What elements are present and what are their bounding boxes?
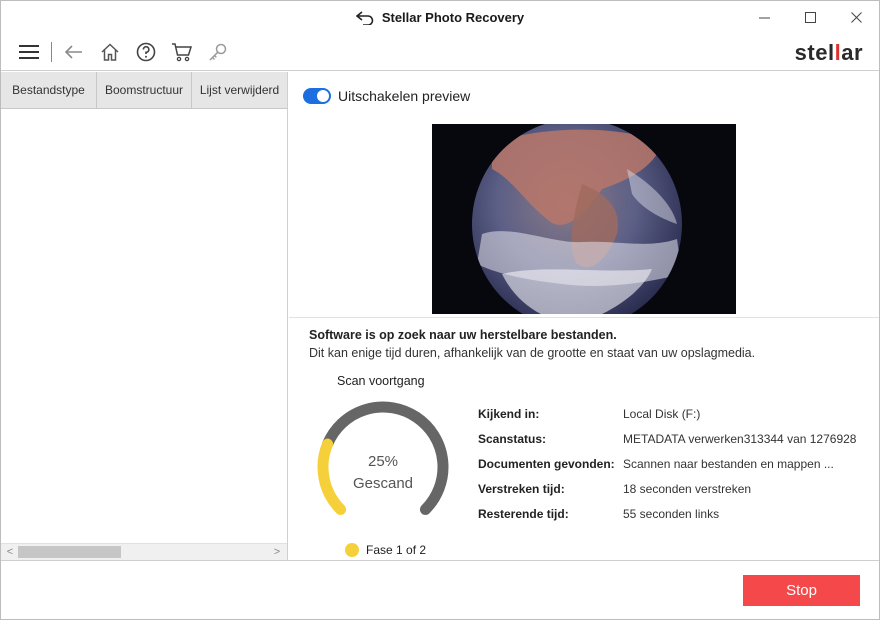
menu-icon xyxy=(19,45,39,59)
phase-indicator: Fase 1 of 2 xyxy=(345,543,426,557)
scan-label: Gescand xyxy=(352,475,414,492)
maximize-icon xyxy=(804,12,816,23)
info-key: Verstreken tijd: xyxy=(478,481,565,496)
info-row: Verstreken tijd: 18 seconden verstreken xyxy=(478,476,856,501)
preview-toggle[interactable] xyxy=(303,88,331,104)
help-icon xyxy=(136,42,156,62)
minimize-button[interactable] xyxy=(741,1,787,34)
info-row: Scanstatus: METADATA verwerken313344 van… xyxy=(478,426,856,451)
preview-toggle-row: Uitschakelen preview xyxy=(303,88,470,104)
back-button[interactable] xyxy=(56,34,92,70)
scrollbar-thumb[interactable] xyxy=(18,546,121,558)
info-row: Kijkend in: Local Disk (F:) xyxy=(478,401,856,426)
close-button[interactable] xyxy=(833,1,879,34)
info-value: Scannen naar bestanden en mappen ... xyxy=(623,456,834,471)
activation-button[interactable] xyxy=(200,34,236,70)
file-tree-area[interactable] xyxy=(1,109,287,543)
horizontal-scrollbar[interactable]: < > xyxy=(1,543,287,560)
menu-button[interactable] xyxy=(11,34,47,70)
info-key: Resterende tijd: xyxy=(478,506,569,521)
info-row: Resterende tijd: 55 seconden links xyxy=(478,501,856,526)
info-value: METADATA verwerken313344 van 1276928 xyxy=(623,431,857,446)
preview-toggle-label: Uitschakelen preview xyxy=(338,88,471,104)
info-value: 55 seconden links xyxy=(623,506,720,521)
preview-divider xyxy=(289,317,879,318)
status-subtitle: Dit kan enige tijd duren, afhankelijk va… xyxy=(309,346,756,360)
window-title: Stellar Photo Recovery xyxy=(381,10,525,25)
undo-arrow-icon xyxy=(355,10,374,25)
info-row: Documenten gevonden: Scannen naar bestan… xyxy=(478,451,856,476)
info-value: Local Disk (F:) xyxy=(623,406,701,421)
logo-text-end: ar xyxy=(841,40,863,65)
home-icon xyxy=(101,43,119,61)
maximize-button[interactable] xyxy=(787,1,833,34)
app-window: Stellar Photo Recovery stellar Bestandst… xyxy=(0,0,880,620)
window-controls xyxy=(741,1,879,34)
cart-icon xyxy=(172,43,193,62)
scan-info: Kijkend in: Local Disk (F:) Scanstatus: … xyxy=(478,401,856,526)
toggle-knob xyxy=(317,90,329,102)
toolbar-separator xyxy=(51,42,52,62)
stop-button[interactable]: Stop xyxy=(743,575,860,606)
logo-text-start: stel xyxy=(794,40,835,65)
minimize-icon xyxy=(758,17,770,19)
scroll-right-button[interactable]: > xyxy=(269,544,285,560)
title-bar: Stellar Photo Recovery xyxy=(1,1,879,34)
status-title: Software is op zoek naar uw herstelbare … xyxy=(309,328,617,342)
title-wrap: Stellar Photo Recovery xyxy=(355,10,525,25)
phase-text: Fase 1 of 2 xyxy=(366,543,427,557)
cart-button[interactable] xyxy=(164,34,200,70)
tab-lijst-verwijderd[interactable]: Lijst verwijderd xyxy=(192,72,287,109)
preview-image xyxy=(432,124,736,314)
tab-bestandstype[interactable]: Bestandstype xyxy=(1,72,97,109)
tab-boomstructuur[interactable]: Boomstructuur xyxy=(97,72,192,109)
home-button[interactable] xyxy=(92,34,128,70)
help-button[interactable] xyxy=(128,34,164,70)
info-value: 18 seconden verstreken xyxy=(623,481,752,496)
earth-photo xyxy=(432,124,736,314)
back-arrow-icon xyxy=(65,45,82,59)
info-key: Documenten gevonden: xyxy=(478,456,615,471)
stellar-logo: stellar xyxy=(795,40,863,66)
toolbar: stellar xyxy=(1,34,879,71)
left-panel: Bestandstype Boomstructuur Lijst verwijd… xyxy=(1,72,288,560)
info-key: Scanstatus: xyxy=(478,431,547,446)
scroll-left-button[interactable]: < xyxy=(2,544,18,560)
scan-progress-title: Scan voortgang xyxy=(337,374,425,388)
close-icon xyxy=(850,12,862,23)
view-tabs: Bestandstype Boomstructuur Lijst verwijd… xyxy=(1,72,287,109)
key-icon xyxy=(209,43,227,61)
footer: Stop xyxy=(1,560,879,619)
right-panel: Uitschakelen preview Software is op zoek… xyxy=(289,72,879,560)
scan-percent: 25% xyxy=(367,453,399,470)
phase-dot xyxy=(345,543,359,557)
info-key: Kijkend in: xyxy=(478,406,540,421)
